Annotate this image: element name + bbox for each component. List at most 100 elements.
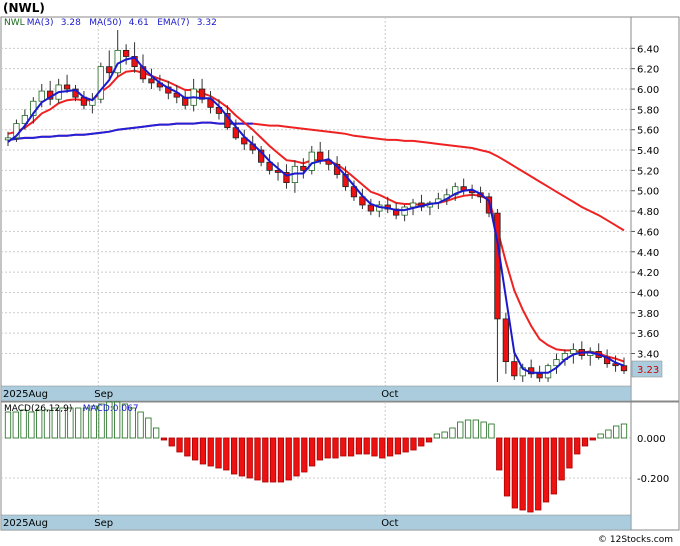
macd-bar-negative [542, 437, 550, 503]
macd-bar-positive [36, 409, 43, 439]
macd-bar-negative [503, 437, 511, 497]
macd-bar-negative [184, 437, 191, 457]
price-legend-item: 3.28 [61, 18, 81, 28]
macd-bar-negative [246, 437, 253, 479]
macd-bar-positive [75, 407, 82, 439]
macd-bar-negative [293, 437, 300, 477]
price-tick-label: 3.40 [637, 349, 659, 360]
price-legend-item: NWL [4, 18, 25, 28]
macd-tick-label: 0.000 [637, 434, 666, 445]
price-tick-label: 4.40 [637, 248, 659, 259]
candle-down [63, 84, 71, 90]
macd-bar-negative [581, 437, 589, 447]
macd-bar-negative [418, 437, 425, 447]
candle-down [536, 373, 543, 379]
macd-bar-negative [558, 437, 565, 481]
candle-down [620, 365, 628, 372]
price-tick-label: 4.00 [637, 288, 659, 299]
macd-bar-negative [379, 437, 386, 459]
macd-bar-positive [137, 411, 144, 439]
macd-bar-negative [535, 437, 542, 511]
macd-bar-positive [145, 417, 152, 439]
macd-bar-positive [433, 433, 440, 439]
macd-bar-positive [605, 429, 612, 439]
price-tick-label: 4.20 [637, 268, 659, 279]
price-legend: NWL MA(3) 3.28 MA(50) 4.61 EMA(7) 3.32 [4, 18, 217, 28]
price-legend-item: 4.61 [129, 18, 149, 28]
candle-down [511, 361, 518, 377]
macd-bar-negative [308, 437, 316, 467]
macd-bar-negative [425, 437, 433, 443]
candle-down [367, 204, 374, 212]
price-tick-label: 5.00 [637, 187, 659, 198]
macd-bar-positive [449, 427, 456, 439]
macd-bar-negative [574, 437, 581, 455]
macd-bar-positive [464, 419, 472, 439]
macd-bar-positive [620, 423, 628, 439]
macd-bar-negative [355, 437, 363, 455]
candle-down [148, 78, 155, 84]
price-tick-label: 6.40 [637, 44, 659, 55]
macd-bar-negative [192, 437, 199, 461]
macd-bar-negative [230, 437, 238, 475]
macd-bar-negative [269, 437, 277, 483]
macd-bar-negative [332, 437, 339, 459]
macd-bar-negative [168, 437, 175, 447]
last-price-label: 3.23 [637, 365, 659, 376]
price-tick-label: 4.60 [637, 227, 659, 238]
price-tick-label: 6.00 [637, 85, 659, 96]
price-legend-item: 3.32 [197, 18, 217, 28]
macd-bar-negative [566, 437, 573, 469]
macd-tick-label: -0.200 [637, 474, 669, 485]
x-axis-label: 2025Aug [3, 389, 48, 400]
macd-bar-negative [223, 437, 230, 471]
macd-bar-positive [613, 425, 620, 439]
price-tick-label: 4.80 [637, 207, 659, 218]
macd-bar-positive [488, 423, 495, 439]
chart-title: (NWL) [3, 1, 45, 15]
candle-down [122, 49, 130, 57]
macd-bar-negative [386, 437, 394, 457]
macd-bar-negative [285, 437, 292, 481]
macd-bar-negative [394, 437, 402, 455]
macd-bar-negative [199, 437, 207, 465]
candle-up [97, 66, 104, 100]
macd-bar-negative [527, 437, 534, 513]
macd-bar-positive [597, 433, 604, 439]
macd-bar-negative [207, 437, 214, 467]
candle-down [106, 66, 113, 74]
candle-up [409, 202, 417, 208]
candle-up [570, 349, 577, 354]
macd-bar-negative [340, 437, 347, 457]
macd-bar-negative [324, 437, 331, 459]
macd-bar-negative [301, 437, 308, 473]
macd-bar-negative [316, 437, 324, 461]
macd-bar-positive [28, 411, 35, 439]
price-tick-label: 6.20 [637, 65, 659, 76]
macd-bar-negative [519, 437, 526, 511]
macd-bar-negative [277, 437, 285, 483]
macd-bar-negative [347, 437, 355, 457]
macd-bar-positive [43, 409, 51, 439]
macd-bar-positive [480, 421, 487, 439]
macd-bar-positive [12, 411, 19, 439]
macd-bar-negative [363, 437, 370, 455]
macd-legend-item: MACD:0.067 [83, 404, 139, 414]
macd-bar-positive [441, 431, 448, 439]
macd-bar-positive [472, 419, 479, 439]
macd-bar-negative [215, 437, 222, 469]
macd-legend-item: MACD(26,12,9) [4, 404, 72, 414]
macd-bar-negative [160, 437, 168, 441]
x-axis-label: Oct [381, 518, 398, 529]
macd-bar-negative [511, 437, 518, 509]
macd-bar-negative [550, 437, 557, 495]
x-axis-label: Sep [94, 389, 113, 400]
price-tick-label: 5.40 [637, 146, 659, 157]
stock-chart: 6.40 6.20 6.00 5.80 5.60 5.40 5.20 5.00 4.80 4.60… [0, 1, 680, 545]
candle-up [38, 90, 45, 102]
price-tick-label: 3.60 [637, 329, 659, 340]
x-axis-label: Oct [381, 389, 398, 400]
macd-bar-positive [4, 411, 12, 439]
macd-bar-negative [410, 437, 417, 451]
x-axis-label: Sep [94, 518, 113, 529]
